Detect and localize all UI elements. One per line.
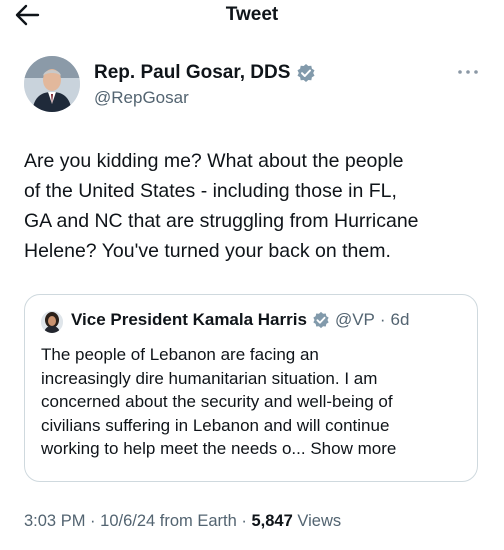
quote-line: concerned about the security and well-be… (41, 392, 393, 411)
verified-badge-icon (313, 311, 329, 329)
more-dots-icon (458, 70, 478, 74)
quote-line: increasingly dire humanitarian situation… (41, 368, 378, 388)
views-count: 5,847 (251, 512, 293, 530)
views-label: Views (297, 512, 342, 530)
more-options-button[interactable] (456, 64, 480, 80)
author-name[interactable]: Rep. Paul Gosar, DDS (94, 62, 290, 84)
quote-line: The people of Lebanon are facing an (41, 345, 319, 364)
meta-separator: · (241, 512, 247, 530)
avatar[interactable] (24, 56, 80, 112)
quote-author-handle[interactable]: @VP (335, 310, 375, 330)
page-title: Tweet (225, 4, 279, 25)
show-more-link[interactable]: Show more (310, 439, 396, 458)
quote-avatar[interactable] (41, 311, 63, 333)
meta-separator: · (90, 512, 96, 530)
quote-header: Vice President Kamala Harris @VP · 6d (71, 310, 409, 330)
tweet-text: Are you kidding me? What about the peopl… (24, 146, 486, 266)
tweet-time[interactable]: 3:03 PM (24, 512, 85, 530)
quoted-tweet-card[interactable]: Vice President Kamala Harris @VP · 6d Th… (24, 294, 478, 482)
author-name-row[interactable]: Rep. Paul Gosar, DDS (94, 62, 316, 84)
quote-age: 6d (390, 310, 410, 329)
verified-badge-icon (297, 64, 315, 82)
quote-line-last: working to help meet the needs o... Show… (41, 437, 471, 461)
quote-line: civilians suffering in Lebanon and will … (41, 415, 390, 435)
tweet-line: Helene? You've turned your back on them. (24, 240, 391, 262)
tweet-line: GA and NC that are struggling from Hurri… (24, 210, 419, 232)
quote-author-name[interactable]: Vice President Kamala Harris (71, 310, 307, 330)
tweet-meta: 3:03 PM · 10/6/24 from Earth · 5,847 Vie… (24, 512, 341, 531)
tweet-line: of the United States - including those i… (24, 180, 397, 202)
tweet-line: Are you kidding me? What about the peopl… (24, 150, 404, 172)
quote-separator: · (379, 310, 386, 329)
author-handle[interactable]: @RepGosar (94, 88, 189, 108)
quote-line: working to help meet the needs o... (41, 439, 306, 458)
quote-text: The people of Lebanon are facing an incr… (41, 343, 471, 461)
tweet-date-source[interactable]: 10/6/24 from Earth (100, 512, 237, 530)
